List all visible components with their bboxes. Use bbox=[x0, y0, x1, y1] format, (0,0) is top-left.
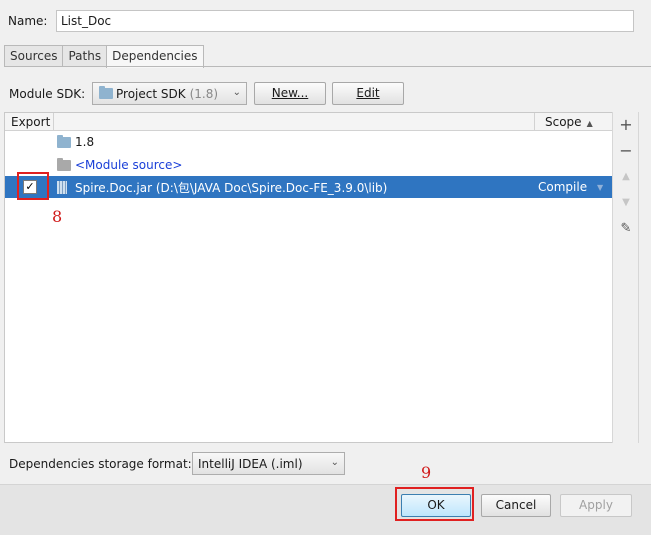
edit-sdk-button-label: Edit bbox=[356, 86, 380, 100]
storage-format-value: IntelliJ IDEA (.iml) bbox=[198, 457, 303, 471]
chevron-down-icon: ⌄ bbox=[330, 457, 339, 468]
tab-sources[interactable]: Sources bbox=[4, 45, 64, 67]
scope-value[interactable]: Compile bbox=[538, 180, 587, 194]
table-header: Export Scope ▲ bbox=[5, 113, 612, 131]
tab-paths[interactable]: Paths bbox=[62, 45, 108, 67]
edit-pencil-icon[interactable]: ✎ bbox=[616, 220, 636, 240]
scope-dropdown-icon[interactable]: ▼ bbox=[597, 183, 603, 192]
column-divider[interactable] bbox=[534, 113, 535, 130]
dependency-label: Spire.Doc.jar (D:\包\JAVA Doc\Spire.Doc-F… bbox=[75, 180, 388, 195]
module-sdk-select[interactable]: Project SDK (1.8) ⌄ bbox=[92, 82, 247, 105]
annotation-step9: 9 bbox=[421, 463, 432, 482]
move-down-icon[interactable]: ▼ bbox=[616, 194, 636, 214]
dependency-label: 1.8 bbox=[75, 135, 95, 149]
table-row[interactable]: <Module source> bbox=[5, 154, 612, 176]
chevron-down-icon: ⌄ bbox=[232, 87, 241, 98]
dependency-label: <Module source> bbox=[75, 158, 183, 172]
cancel-button[interactable]: Cancel bbox=[481, 494, 551, 517]
export-column-header[interactable]: Export bbox=[11, 115, 50, 129]
remove-icon[interactable]: − bbox=[616, 142, 636, 162]
name-input[interactable]: List_Doc bbox=[56, 10, 634, 32]
storage-format-select[interactable]: IntelliJ IDEA (.iml) ⌄ bbox=[192, 452, 345, 475]
dependencies-table[interactable]: Export Scope ▲ 1.8 <Module source> ✓ Spir… bbox=[4, 112, 613, 443]
annotation-step8: 8 bbox=[52, 207, 63, 226]
name-label: Name: bbox=[8, 14, 48, 28]
move-up-icon[interactable]: ▲ bbox=[616, 168, 636, 188]
scope-column-label: Scope bbox=[545, 115, 582, 129]
tab-divider bbox=[4, 66, 651, 67]
column-divider[interactable] bbox=[53, 113, 54, 130]
new-sdk-button[interactable]: New... bbox=[254, 82, 326, 105]
dialog-footer bbox=[0, 484, 651, 535]
tab-bar: Sources Paths Dependencies bbox=[4, 45, 204, 68]
new-sdk-button-label: New... bbox=[271, 86, 309, 100]
jdk-folder-icon bbox=[57, 135, 71, 148]
jar-icon bbox=[57, 181, 67, 194]
annotation-box-step9 bbox=[395, 487, 474, 521]
module-sdk-detail: (1.8) bbox=[189, 86, 219, 101]
sdk-folder-icon bbox=[99, 86, 113, 99]
module-sdk-value: Project SDK bbox=[116, 86, 186, 101]
annotation-box-step8 bbox=[17, 172, 49, 200]
apply-button[interactable]: Apply bbox=[560, 494, 632, 517]
sort-ascending-icon: ▲ bbox=[586, 119, 593, 128]
module-source-folder-icon bbox=[57, 158, 71, 171]
storage-format-label: Dependencies storage format: bbox=[9, 457, 192, 471]
edit-sdk-button[interactable]: Edit bbox=[332, 82, 404, 105]
add-icon[interactable]: + bbox=[616, 116, 636, 136]
table-row[interactable]: 1.8 bbox=[5, 131, 612, 153]
table-row-selected[interactable]: ✓ Spire.Doc.jar (D:\包\JAVA Doc\Spire.Doc… bbox=[5, 176, 612, 198]
module-sdk-label: Module SDK: bbox=[9, 87, 86, 101]
scope-column-header[interactable]: Scope ▲ bbox=[545, 115, 593, 129]
tab-dependencies[interactable]: Dependencies bbox=[106, 45, 204, 68]
